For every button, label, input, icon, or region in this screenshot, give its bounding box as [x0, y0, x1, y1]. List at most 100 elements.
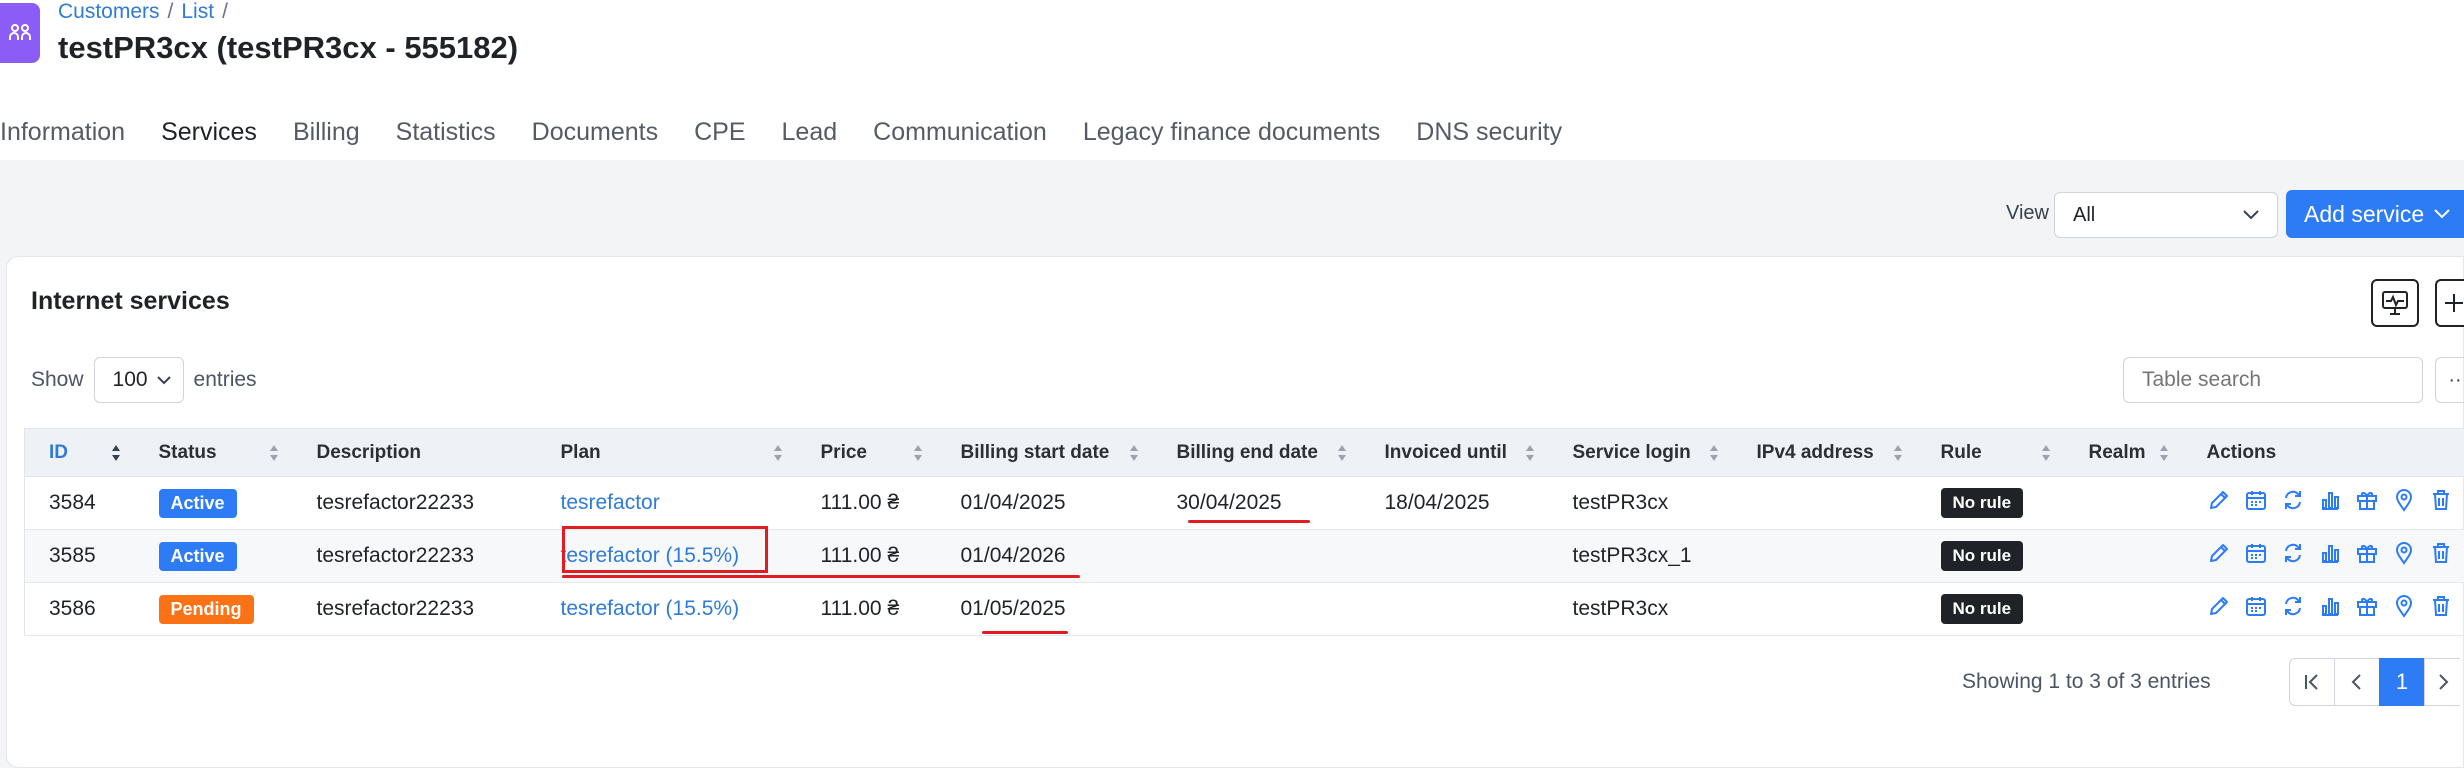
- chevron-down-icon: [2243, 210, 2259, 220]
- view-select[interactable]: All: [2054, 192, 2278, 238]
- calendar-icon: [2245, 597, 2266, 616]
- cell-id: 3586: [24, 582, 135, 636]
- edit-icon: [2209, 491, 2228, 509]
- change-icon: [2284, 543, 2301, 563]
- plan-link[interactable]: tesrefactor (15.5%): [561, 597, 740, 620]
- tab-services[interactable]: Services: [143, 104, 275, 160]
- edit-icon: [2209, 597, 2228, 615]
- column-header-price[interactable]: Price: [796, 428, 937, 477]
- calendar-action-button[interactable]: [2244, 488, 2268, 518]
- entries-select[interactable]: 100: [93, 357, 184, 403]
- tab-lead[interactable]: Lead: [764, 104, 856, 160]
- delete-icon: [2432, 596, 2449, 616]
- calendar-icon: [2245, 544, 2266, 563]
- breadcrumb-list[interactable]: List: [181, 0, 214, 23]
- table-search-input[interactable]: [2123, 357, 2423, 403]
- more-options-button[interactable]: ··: [2435, 357, 2464, 403]
- statistics-icon: [2321, 492, 2339, 510]
- location-action-button[interactable]: [2392, 541, 2416, 571]
- statistics-action-button[interactable]: [2318, 594, 2342, 624]
- edit-action-button[interactable]: [2207, 488, 2231, 518]
- calendar-action-button[interactable]: [2244, 594, 2268, 624]
- cell-billing-end-date: [1152, 582, 1361, 636]
- tab-information[interactable]: Information: [0, 104, 143, 160]
- rule-badge: No rule: [1940, 488, 2024, 518]
- column-header-plan[interactable]: Plan: [536, 428, 797, 477]
- change-action-button[interactable]: [2281, 488, 2305, 518]
- change-icon: [2284, 596, 2301, 616]
- change-action-button[interactable]: [2281, 541, 2305, 571]
- monitoring-button[interactable]: [2371, 279, 2419, 327]
- column-header-ipv4-address[interactable]: IPv4 address: [1732, 428, 1917, 477]
- cell-billing-start-date: 01/04/2025: [936, 476, 1153, 530]
- cell-actions: [2182, 582, 2464, 636]
- tab-legacy-finance-documents[interactable]: Legacy finance documents: [1065, 104, 1398, 160]
- cell-rule: No rule: [1916, 529, 2065, 583]
- gift-action-button[interactable]: [2355, 488, 2379, 518]
- statistics-action-button[interactable]: [2318, 541, 2342, 571]
- column-header-rule[interactable]: Rule: [1916, 428, 2065, 477]
- delete-action-button[interactable]: [2429, 541, 2453, 571]
- breadcrumb-customers[interactable]: Customers: [58, 0, 160, 23]
- calendar-action-button[interactable]: [2244, 541, 2268, 571]
- column-header-invoiced-until[interactable]: Invoiced until: [1360, 428, 1549, 477]
- table-header-row: ID Status Description Plan Price Billing…: [24, 428, 2464, 477]
- add-service-label: Add service: [2304, 200, 2425, 227]
- gift-icon: [2356, 492, 2377, 510]
- tab-documents[interactable]: Documents: [514, 104, 676, 160]
- column-header-actions: Actions: [2182, 428, 2464, 477]
- cell-realm: [2064, 476, 2183, 530]
- plan-link[interactable]: tesrefactor: [561, 491, 660, 514]
- customer-tabs: Information Services Billing Statistics …: [0, 104, 1580, 160]
- first-page-button[interactable]: [2289, 658, 2335, 706]
- cell-rule: No rule: [1916, 476, 2065, 530]
- sort-icon: [1893, 445, 1902, 461]
- tab-cpe[interactable]: CPE: [676, 104, 763, 160]
- column-header-billing-start-date[interactable]: Billing start date: [936, 428, 1153, 477]
- column-header-description[interactable]: Description: [292, 428, 537, 477]
- change-action-button[interactable]: [2281, 594, 2305, 624]
- view-label: View: [2006, 202, 2049, 224]
- cell-description: tesrefactor22233: [292, 582, 537, 636]
- statistics-icon: [2321, 545, 2339, 563]
- card-title: Internet services: [31, 287, 230, 315]
- column-header-realm[interactable]: Realm: [2064, 428, 2183, 477]
- cell-invoiced-until: [1360, 529, 1549, 583]
- tab-dns-security[interactable]: DNS security: [1398, 104, 1580, 160]
- next-page-button[interactable]: [2424, 658, 2460, 706]
- tab-statistics[interactable]: Statistics: [378, 104, 514, 160]
- cell-ipv4-address: [1732, 582, 1917, 636]
- breadcrumb-separator: /: [167, 0, 174, 23]
- sort-icon: [1129, 445, 1138, 461]
- view-select-value: All: [2073, 203, 2096, 226]
- entries-control: Show 100 entries: [31, 357, 257, 403]
- page-1-button[interactable]: 1: [2379, 658, 2425, 706]
- column-header-billing-end-date[interactable]: Billing end date: [1152, 428, 1361, 477]
- location-action-button[interactable]: [2392, 488, 2416, 518]
- statistics-action-button[interactable]: [2318, 488, 2342, 518]
- column-header-id[interactable]: ID: [24, 428, 135, 477]
- edit-action-button[interactable]: [2207, 541, 2231, 571]
- customers-app-icon[interactable]: [0, 3, 40, 63]
- tab-communication[interactable]: Communication: [855, 104, 1065, 160]
- breadcrumb: Customers / List /: [58, 0, 236, 24]
- column-header-service-login[interactable]: Service login: [1548, 428, 1733, 477]
- status-badge: Pending: [158, 594, 254, 624]
- gift-action-button[interactable]: [2355, 594, 2379, 624]
- previous-page-button[interactable]: [2334, 658, 2380, 706]
- gift-icon: [2356, 598, 2377, 616]
- tab-billing[interactable]: Billing: [275, 104, 378, 160]
- edit-action-button[interactable]: [2207, 594, 2231, 624]
- annotation-underline: [1188, 520, 1310, 523]
- status-badge: Active: [158, 488, 237, 518]
- location-action-button[interactable]: [2392, 594, 2416, 624]
- column-header-status[interactable]: Status: [134, 428, 293, 477]
- add-service-button[interactable]: Add service: [2286, 190, 2464, 238]
- chevron-down-icon: [2434, 209, 2450, 219]
- delete-action-button[interactable]: [2429, 488, 2453, 518]
- location-icon: [2395, 542, 2412, 565]
- delete-action-button[interactable]: [2429, 594, 2453, 624]
- cell-id: 3584: [24, 476, 135, 530]
- add-button[interactable]: [2435, 279, 2464, 327]
- gift-action-button[interactable]: [2355, 541, 2379, 571]
